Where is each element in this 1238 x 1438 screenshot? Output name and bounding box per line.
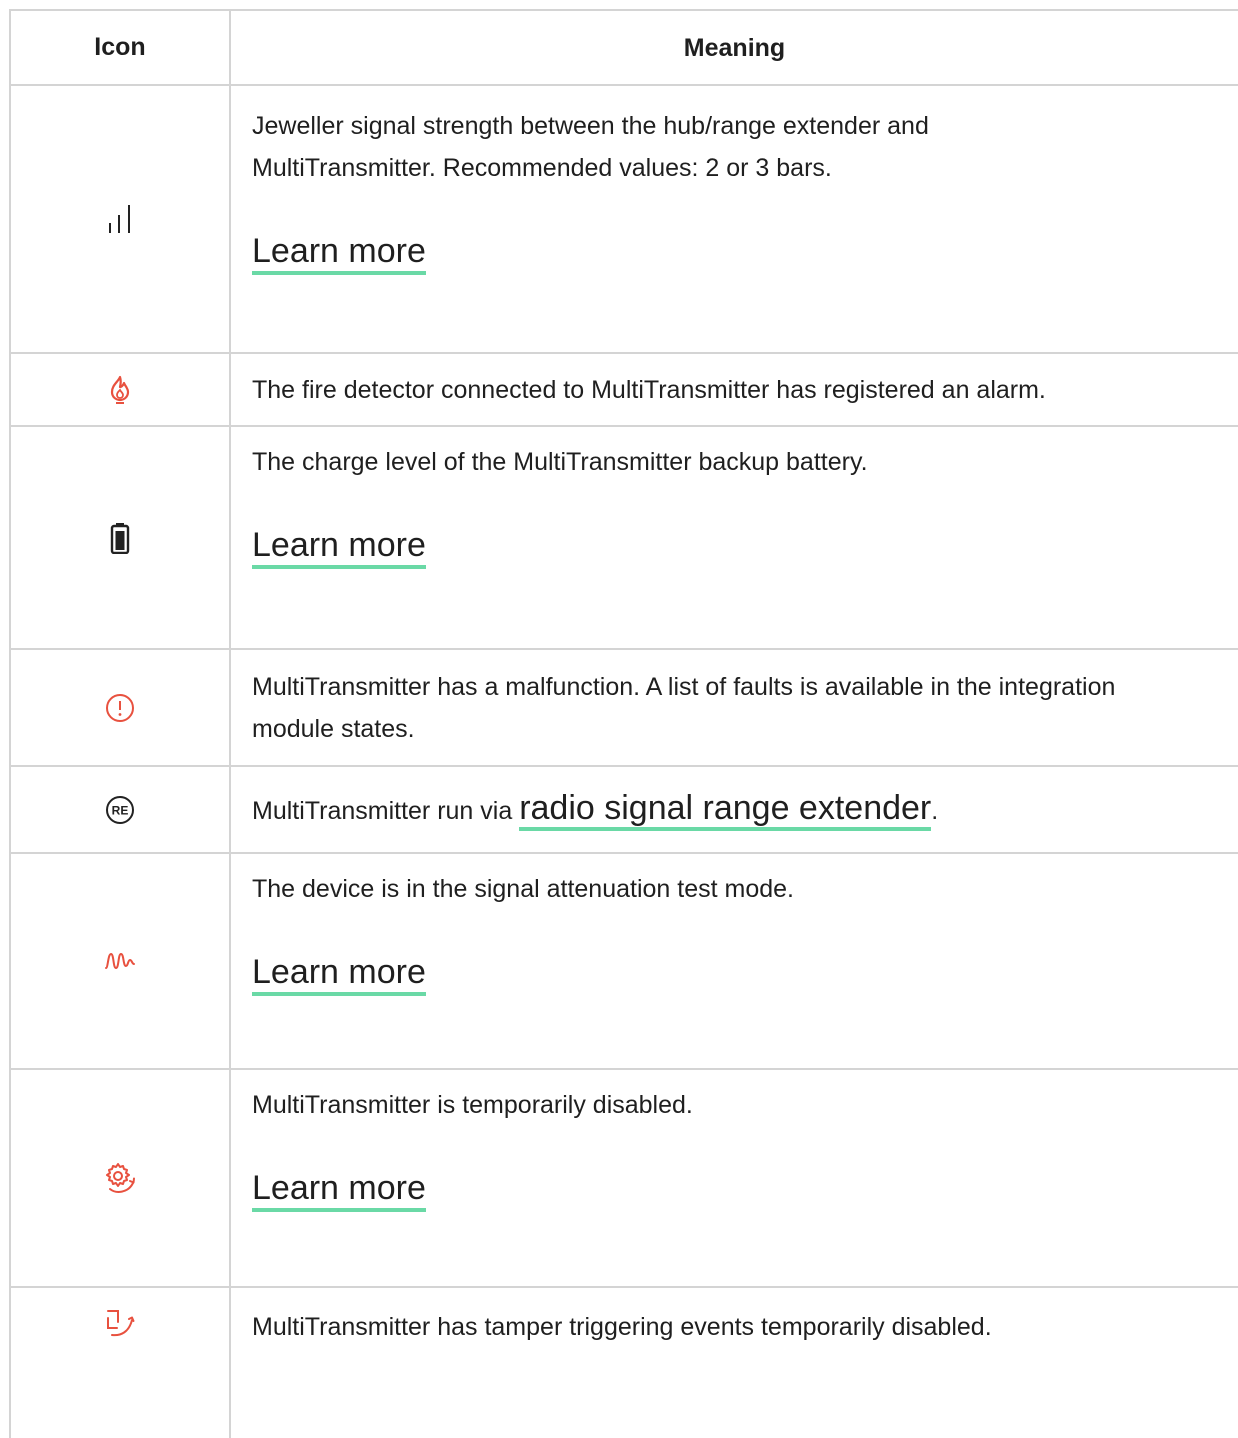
malfunction-icon [105,693,135,723]
table-row: MultiTransmitter has tamper triggering e… [11,1288,1238,1438]
table-row: MultiTransmitter is temporarily disabled… [11,1070,1238,1288]
row-description: MultiTransmitter has a malfunction. A li… [252,672,1116,743]
meaning-cell: MultiTransmitter run via radio signal ra… [231,767,1238,852]
table-row: The device is in the signal attenuation … [11,854,1238,1070]
learn-more-link[interactable]: Learn more [252,1168,426,1212]
icons-table: Icon Meaning Jeweller signal strength be… [9,9,1238,1438]
table-header-row: Icon Meaning [11,11,1238,86]
temporarily-disabled-icon [102,1161,138,1195]
row-text-after: . [931,797,939,825]
meaning-cell: The device is in the signal attenuation … [231,854,1238,1068]
icon-cell: RE [11,767,231,852]
table-row: Jeweller signal strength between the hub… [11,86,1238,354]
icon-cell [11,854,231,1068]
meaning-cell: MultiTransmitter has a malfunction. A li… [231,650,1238,765]
table-row: MultiTransmitter has a malfunction. A li… [11,650,1238,767]
row-description: Jeweller signal strength between the hub… [252,112,929,182]
svg-text:RE: RE [112,803,129,817]
battery-icon [110,522,130,554]
row-description: The fire detector connected to MultiTran… [252,375,1046,404]
meaning-cell: The fire detector connected to MultiTran… [231,354,1238,425]
icon-cell [11,1070,231,1286]
signal-bars-icon [107,203,133,235]
learn-more-link[interactable]: Learn more [252,525,426,569]
icon-cell [11,650,231,765]
icon-cell [11,1288,231,1438]
table-row: The charge level of the MultiTransmitter… [11,427,1238,650]
row-description: MultiTransmitter run via radio signal ra… [252,787,938,832]
icon-cell [11,354,231,425]
header-icon-cell: Icon [11,11,231,84]
header-meaning-cell: Meaning [683,33,786,62]
attenuation-test-icon [105,950,135,972]
table-row: The fire detector connected to MultiTran… [11,354,1238,427]
meaning-cell: MultiTransmitter has tamper triggering e… [231,1288,1238,1438]
row-description: MultiTransmitter is temporarily disabled… [252,1091,693,1119]
meaning-cell: MultiTransmitter is temporarily disabled… [231,1070,1238,1286]
row-description: MultiTransmitter has tamper triggering e… [252,1313,992,1341]
row-text-before: MultiTransmitter run via [252,797,520,825]
learn-more-link[interactable]: Learn more [252,231,426,275]
row-description: The charge level of the MultiTransmitter… [252,448,868,476]
icon-cell [11,86,231,352]
table-row: RE MultiTransmitter run via radio signal… [11,767,1238,854]
tamper-disabled-icon [103,1308,137,1338]
icon-cell [11,427,231,648]
range-extender-link[interactable]: radio signal range extender [519,789,932,831]
fire-alarm-icon [109,375,131,405]
meaning-cell: The charge level of the MultiTransmitter… [231,427,1238,648]
range-extender-icon: RE [105,795,135,825]
meaning-cell: Jeweller signal strength between the hub… [231,86,1238,352]
learn-more-link[interactable]: Learn more [252,952,426,996]
row-description: The device is in the signal attenuation … [252,875,794,903]
